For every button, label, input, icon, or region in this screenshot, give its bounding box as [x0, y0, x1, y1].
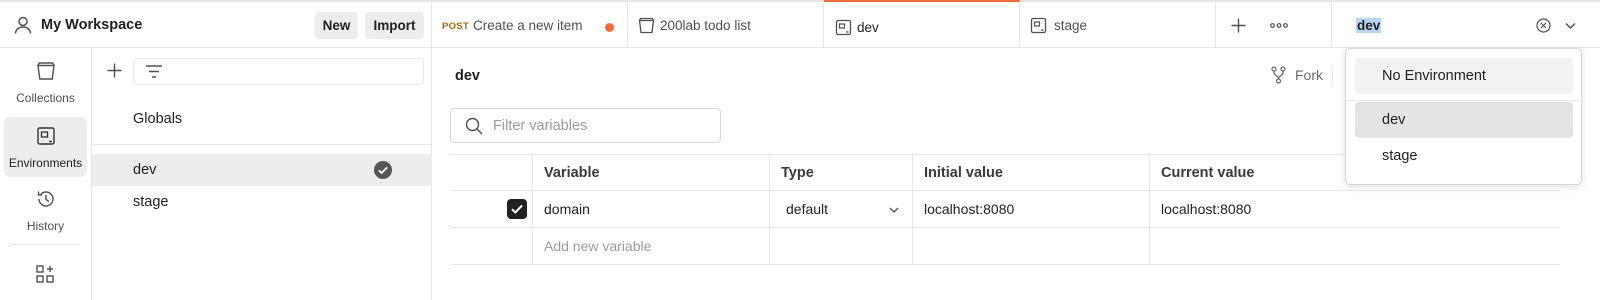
- sidebar-item-label: Collections: [16, 91, 75, 105]
- workspace-header: My Workspace New Import: [0, 2, 432, 48]
- environment-dropdown-menu: No Environment dev stage: [1345, 48, 1583, 185]
- menu-item-label: No Environment: [1382, 68, 1486, 84]
- type-select[interactable]: default: [769, 191, 912, 227]
- request-method-badge: POST: [442, 21, 470, 32]
- empty-cell[interactable]: [1149, 228, 1560, 264]
- environment-list-panel: Globals dev stage: [92, 48, 432, 300]
- collections-icon: [36, 61, 56, 81]
- fork-label: Fork: [1295, 67, 1323, 83]
- history-icon: [36, 189, 56, 209]
- more-options-icon[interactable]: [1269, 17, 1289, 34]
- add-variable-input[interactable]: Add new variable: [532, 228, 769, 264]
- menu-item-stage[interactable]: stage: [1355, 138, 1573, 174]
- workspace-name[interactable]: My Workspace: [41, 17, 142, 33]
- column-header-type: Type: [769, 155, 912, 190]
- current-value-cell[interactable]: localhost:8080: [1149, 191, 1560, 227]
- type-value: default: [786, 201, 829, 217]
- sidebar-item-collections[interactable]: Collections: [4, 52, 87, 112]
- menu-item-no-environment[interactable]: No Environment: [1355, 58, 1573, 94]
- filter-placeholder: Filter variables: [493, 118, 588, 134]
- tab-label: dev: [857, 20, 879, 35]
- top-bar: My Workspace New Import POST Create a ne…: [0, 0, 1600, 48]
- tab-label: stage: [1054, 18, 1088, 33]
- menu-item-dev[interactable]: dev: [1355, 102, 1573, 138]
- table-row: domain default localhost:8080 localhost:…: [450, 191, 1560, 228]
- active-check-icon[interactable]: [373, 160, 393, 180]
- list-item[interactable]: dev: [92, 154, 432, 186]
- column-header-label: Type: [781, 165, 814, 181]
- add-environment-plus-icon[interactable]: [106, 62, 123, 79]
- menu-item-label: dev: [1382, 112, 1406, 128]
- filter-icon[interactable]: [145, 63, 163, 80]
- divider: [10, 244, 80, 245]
- add-variable-row: Add new variable: [450, 228, 1560, 265]
- page-title[interactable]: dev: [455, 68, 480, 84]
- add-variable-placeholder: Add new variable: [544, 238, 652, 254]
- variable-cell[interactable]: domain: [532, 191, 769, 227]
- sidebar-item-history[interactable]: History: [4, 180, 87, 240]
- globals-item[interactable]: Globals: [133, 111, 182, 127]
- empty-cell[interactable]: [912, 228, 1149, 264]
- variable-name: domain: [544, 201, 590, 217]
- environment-name: dev: [133, 162, 157, 178]
- apps-grid-icon[interactable]: [35, 264, 55, 284]
- chevron-down-icon[interactable]: [1564, 19, 1577, 32]
- sidebar-item-label: Environments: [8, 156, 83, 170]
- collection-icon: [638, 17, 655, 34]
- chevron-down-icon: [888, 204, 900, 216]
- new-tab-plus-icon[interactable]: [1230, 17, 1247, 34]
- sidebar-rail: Collections Environments History: [0, 48, 92, 300]
- filter-variables-input[interactable]: Filter variables: [450, 108, 721, 143]
- sidebar-item-environments[interactable]: Environments: [4, 117, 87, 177]
- environments-icon: [36, 126, 56, 146]
- fork-icon: [1270, 66, 1287, 84]
- tab-label: Create a new item: [473, 18, 583, 33]
- environment-search-input[interactable]: [133, 58, 424, 85]
- current-value: localhost:8080: [1161, 201, 1252, 217]
- import-button[interactable]: Import: [365, 12, 424, 39]
- tab-environment-stage[interactable]: stage: [1020, 2, 1216, 48]
- menu-item-label: stage: [1382, 148, 1418, 164]
- column-header-label: Variable: [544, 165, 600, 181]
- sidebar-item-label: History: [26, 219, 65, 233]
- column-header-label: Initial value: [924, 165, 1003, 181]
- user-icon: [13, 15, 33, 35]
- unsaved-dot-icon: [605, 23, 614, 32]
- tab-collection[interactable]: 200lab todo list: [628, 2, 824, 48]
- row-enabled-checkbox[interactable]: [507, 199, 527, 219]
- divider: [1346, 100, 1583, 101]
- divider: [92, 144, 432, 145]
- search-icon: [465, 117, 483, 135]
- environment-selector[interactable]: dev: [1331, 2, 1600, 48]
- column-header-variable: Variable: [532, 155, 769, 190]
- column-header-label: Current value: [1161, 165, 1255, 181]
- tab-environment-dev[interactable]: dev: [824, 0, 1020, 48]
- divider: [1332, 65, 1333, 87]
- environment-icon: [835, 19, 852, 36]
- tab-label: 200lab todo list: [660, 18, 751, 33]
- empty-cell[interactable]: [769, 228, 912, 264]
- environment-selector-value[interactable]: dev: [1356, 18, 1382, 33]
- list-item[interactable]: stage: [92, 186, 432, 218]
- new-button[interactable]: New: [315, 12, 358, 39]
- tab-create-item[interactable]: POST Create a new item: [432, 2, 628, 48]
- environment-name: stage: [133, 194, 169, 210]
- initial-value: localhost:8080: [924, 201, 1015, 217]
- clear-icon[interactable]: [1536, 18, 1551, 33]
- initial-value-cell[interactable]: localhost:8080: [912, 191, 1149, 227]
- column-header-initial: Initial value: [912, 155, 1149, 190]
- environment-icon: [1030, 17, 1047, 34]
